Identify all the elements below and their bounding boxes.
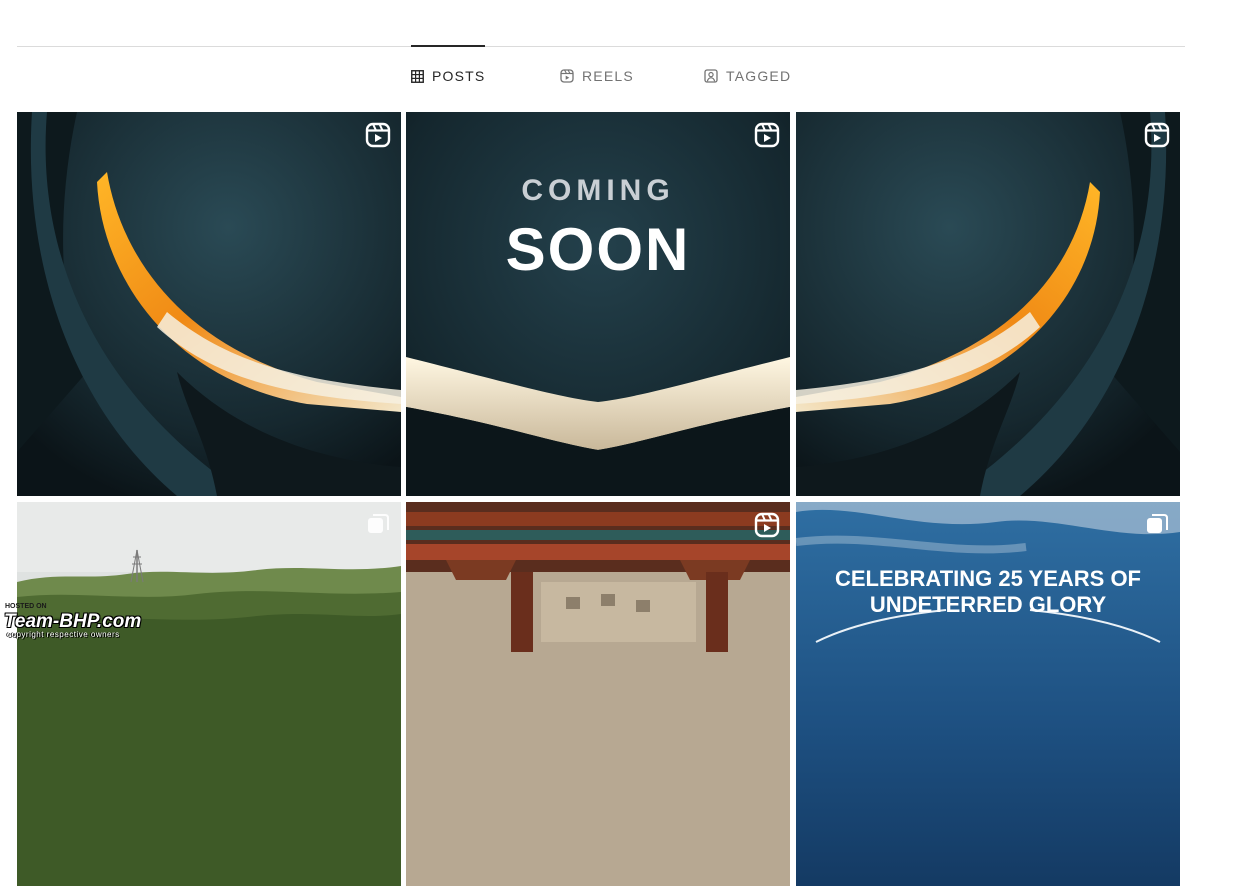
active-tab-indicator	[411, 45, 485, 47]
watermark-copyright: copyright respective owners	[7, 630, 120, 639]
post-tile[interactable]	[796, 112, 1180, 496]
coming-soon-image	[406, 112, 790, 496]
tab-reels-label: REELS	[582, 68, 634, 84]
reel-icon	[754, 122, 780, 148]
sky-banner-image	[796, 502, 1180, 886]
post-caption-line1: CELEBRATING 25 YEARS OF	[834, 566, 1141, 591]
carousel-icon	[1147, 514, 1168, 533]
carousel-icon	[368, 514, 389, 533]
profile-divider	[17, 46, 1185, 47]
tab-tagged[interactable]: TAGGED	[704, 68, 791, 84]
grid-icon	[411, 69, 424, 83]
tagged-user-icon	[704, 69, 718, 83]
tab-posts-label: POSTS	[432, 68, 486, 84]
reels-icon	[560, 69, 574, 83]
tab-tagged-label: TAGGED	[726, 68, 792, 84]
reel-icon	[1144, 122, 1170, 148]
post-tile[interactable]	[406, 502, 790, 886]
post-caption-line1: COMING	[521, 174, 675, 207]
post-tile[interactable]	[17, 112, 401, 496]
tab-reels[interactable]: REELS	[560, 68, 634, 84]
monastery-gate-image	[406, 502, 790, 886]
reel-icon	[754, 512, 780, 538]
landscape-image	[17, 502, 401, 886]
reel-icon	[365, 122, 391, 148]
post-tile[interactable]: CELEBRATING 25 YEARS OF UNDETERRED GLORY	[796, 502, 1180, 886]
profile-tabs: POSTS REELS TAGGED	[0, 68, 1200, 92]
post-tile[interactable]: COMING SOON	[406, 112, 790, 496]
post-caption-line2: SOON	[505, 216, 691, 283]
watermark-hosted-label: HOSTED ON	[5, 603, 47, 610]
team-bhp-watermark: HOSTED ON Team-BHP.com copyright respect…	[4, 603, 194, 641]
post-tile[interactable]	[17, 502, 401, 886]
scooter-headlight-image	[796, 112, 1180, 496]
post-caption-line2: UNDETERRED GLORY	[869, 592, 1107, 617]
tab-posts[interactable]: POSTS	[411, 68, 485, 84]
scooter-headlight-image	[17, 112, 401, 496]
